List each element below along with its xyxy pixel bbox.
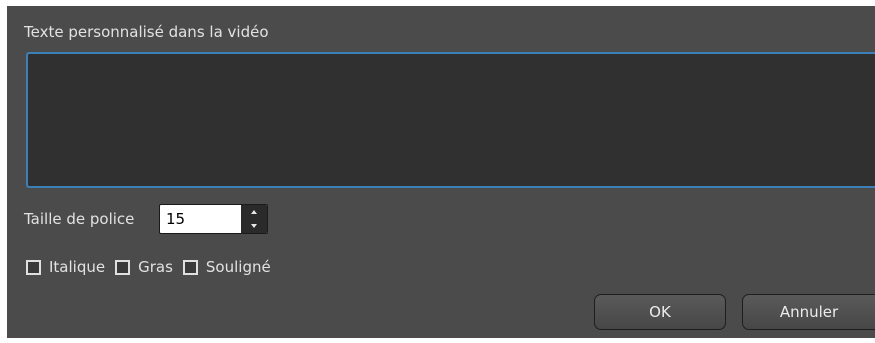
italic-checkbox-box[interactable] [26, 259, 41, 275]
underline-label[interactable]: Souligné [206, 258, 271, 276]
italic-label[interactable]: Italique [49, 258, 105, 276]
custom-text-label: Texte personnalisé dans la vidéo [24, 23, 269, 41]
triangle-down-icon [251, 224, 257, 228]
underline-checkbox[interactable]: Souligné [182, 258, 271, 276]
spin-down-button[interactable] [241, 219, 267, 233]
underline-checkbox-box[interactable] [182, 259, 198, 275]
spin-up-button[interactable] [241, 205, 267, 219]
ok-button[interactable]: OK [594, 294, 726, 330]
font-size-value[interactable]: 15 [160, 205, 240, 233]
triangle-up-icon [251, 210, 257, 214]
italic-checkbox[interactable]: Italique [26, 258, 105, 276]
spin-buttons [241, 205, 267, 233]
font-size-spinbox[interactable]: 15 [159, 204, 268, 234]
bold-label[interactable]: Gras [138, 258, 173, 276]
bold-checkbox-box[interactable] [115, 259, 131, 275]
style-options: Italique Gras Souligné [26, 256, 281, 278]
bold-checkbox[interactable]: Gras [115, 258, 173, 276]
custom-text-dialog: Texte personnalisé dans la vidéo Taille … [7, 6, 875, 338]
font-size-label: Taille de police [24, 210, 135, 228]
cancel-button[interactable]: Annuler [742, 294, 875, 330]
custom-text-input[interactable] [26, 52, 875, 188]
